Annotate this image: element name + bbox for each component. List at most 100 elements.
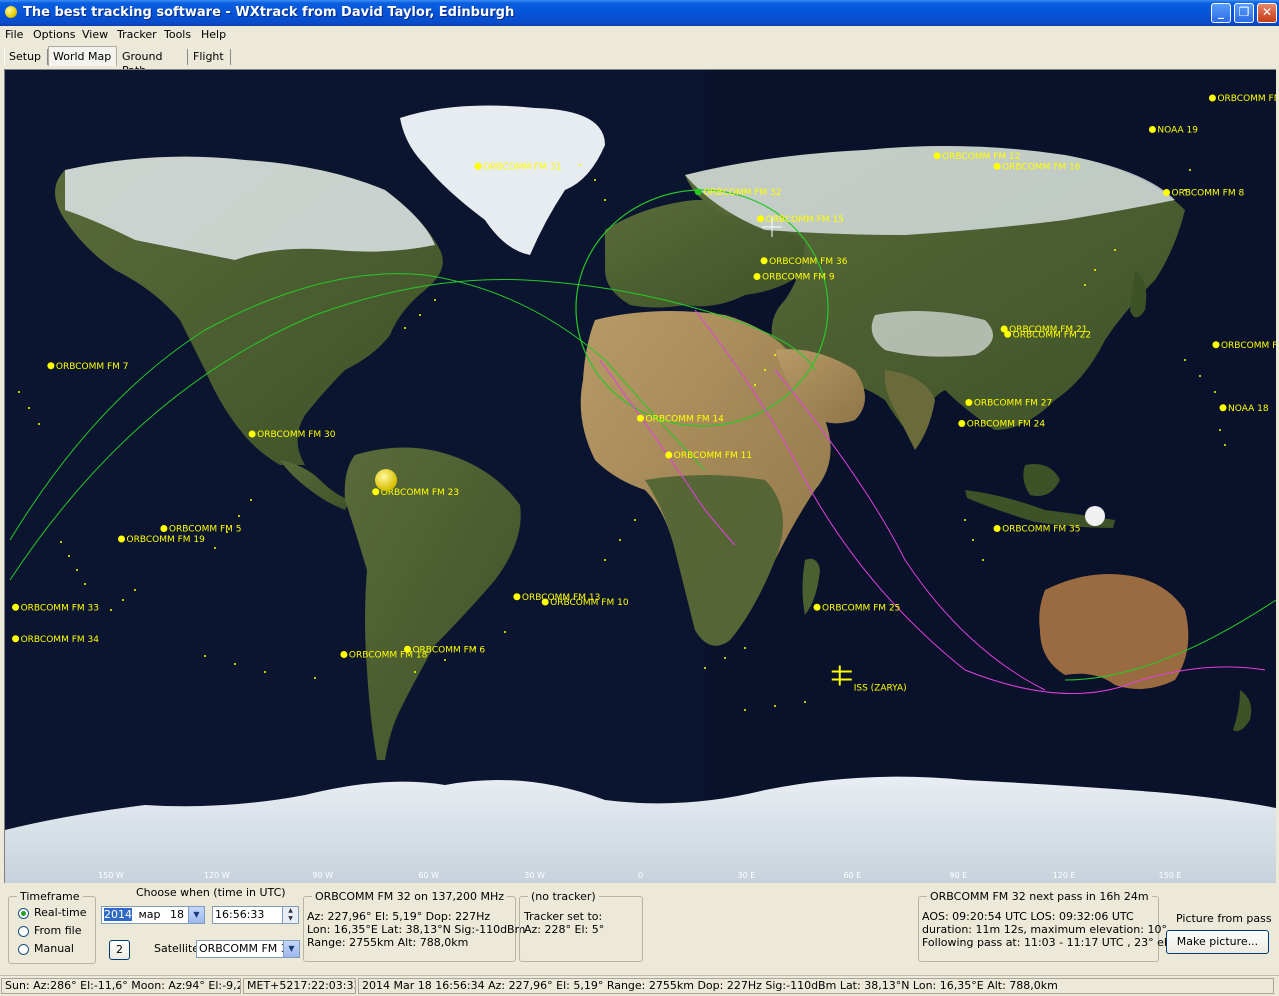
satellite-label: NOAA 18 bbox=[1228, 404, 1269, 414]
satellite-dot[interactable] bbox=[1212, 341, 1220, 349]
satellite-marker[interactable]: ORBCOMM FM 11 bbox=[665, 451, 752, 461]
radio-realtime[interactable] bbox=[18, 908, 29, 919]
satellite-dot[interactable] bbox=[47, 362, 55, 370]
satellite-dot[interactable] bbox=[757, 215, 765, 223]
world-map[interactable]: NOAA 15ORBCOMM FM 4NOAA 19ORBCOMM FM 12O… bbox=[4, 69, 1276, 883]
satellite-marker[interactable]: ORBCOMM FM 9 bbox=[753, 273, 835, 283]
satellite-dot[interactable] bbox=[753, 273, 761, 280]
world-map-canvas[interactable]: NOAA 15ORBCOMM FM 4NOAA 19ORBCOMM FM 12O… bbox=[5, 70, 1276, 883]
satellite-dot[interactable] bbox=[958, 420, 966, 427]
satellite-label: ORBCOMM FM 27 bbox=[974, 399, 1052, 409]
tracker-line-2: Az: 228° El: 5° bbox=[524, 923, 605, 936]
step-button[interactable]: 2 bbox=[109, 940, 130, 960]
satellite-dot[interactable] bbox=[760, 257, 768, 265]
satellite-marker[interactable]: ORBCOMM FM 34 bbox=[12, 635, 99, 645]
satellite-dot[interactable] bbox=[1208, 94, 1216, 102]
menu-tracker[interactable]: Tracker bbox=[117, 28, 157, 41]
tab-world-map[interactable]: World Map bbox=[48, 46, 117, 66]
satellite-marker[interactable]: ORBCOMM FM 30 bbox=[248, 430, 336, 440]
satellite-marker[interactable]: ORBCOMM FM 18 bbox=[340, 651, 428, 661]
next-pass-line-2: duration: 11m 12s, maximum elevation: 10… bbox=[922, 923, 1167, 936]
longitude-tick-label: 150 E bbox=[1159, 871, 1182, 880]
satellite-dot[interactable] bbox=[637, 414, 644, 422]
satellite-dot[interactable] bbox=[12, 635, 20, 643]
satellite-dot[interactable] bbox=[118, 535, 126, 543]
satellite-marker[interactable]: ORBCOMM FM 25 bbox=[813, 603, 901, 613]
satellite-dot[interactable] bbox=[1219, 404, 1227, 412]
radio-manual[interactable] bbox=[18, 944, 29, 955]
satellite-marker[interactable]: ORBCOMM FM 22 bbox=[1004, 330, 1091, 340]
satellite-marker[interactable]: ORBCOMM FM 10 bbox=[541, 598, 629, 608]
tab-ground-path[interactable]: Ground Path bbox=[118, 49, 188, 77]
app-icon[interactable] bbox=[5, 6, 17, 18]
maximize-button[interactable]: ❐ bbox=[1234, 3, 1254, 23]
satellite-info-title: ORBCOMM FM 32 on 137,200 MHz bbox=[312, 890, 507, 903]
date-month: мар bbox=[138, 908, 161, 921]
date-dropdown-icon[interactable]: ▼ bbox=[188, 907, 204, 923]
satellite-dot[interactable] bbox=[513, 593, 521, 601]
satellite-marker[interactable]: ORBCOMM FM 33 bbox=[12, 603, 99, 613]
satellite-marker[interactable]: ORBCOMM FM 7 bbox=[47, 362, 129, 372]
satellite-dot[interactable] bbox=[694, 188, 702, 196]
satellite-dot[interactable] bbox=[160, 525, 168, 532]
radio-realtime-label[interactable]: Real-time bbox=[34, 906, 87, 919]
satellite-marker[interactable]: ORBCOMM FM 16 bbox=[993, 162, 1081, 172]
satellite-label: ORBCOMM FM 30 bbox=[257, 430, 336, 440]
satellite-dot[interactable] bbox=[933, 152, 941, 160]
satellite-dot[interactable] bbox=[340, 651, 348, 658]
satellite-marker[interactable]: ORBCOMM FM 8 bbox=[1163, 189, 1244, 199]
minimize-button[interactable]: _ bbox=[1211, 3, 1231, 23]
satellite-marker[interactable]: ORBCOMM FM 35 bbox=[993, 525, 1081, 535]
satellite-label: ORBCOMM FM 31 bbox=[483, 162, 561, 172]
satellite-dot[interactable] bbox=[1004, 330, 1012, 338]
menu-options[interactable]: Options bbox=[33, 28, 75, 41]
satellite-label: ORBCOMM FM 16 bbox=[1002, 162, 1081, 172]
radio-from-file-label[interactable]: From file bbox=[34, 924, 82, 937]
satellite-dot[interactable] bbox=[965, 399, 973, 406]
date-picker[interactable]: 2014 мар 18 ▼ bbox=[101, 906, 205, 924]
satellite-dot[interactable] bbox=[541, 598, 549, 606]
menu-tools[interactable]: Tools bbox=[164, 28, 191, 41]
menu-help[interactable]: Help bbox=[201, 28, 226, 41]
satellite-dot[interactable] bbox=[248, 430, 256, 438]
satellite-dot[interactable] bbox=[474, 162, 482, 170]
satellite-marker[interactable]: ORBCOMM FM 4 bbox=[1208, 94, 1276, 104]
satellite-marker[interactable]: ORBCOMM FM 12 bbox=[933, 152, 1021, 162]
satellite-marker[interactable]: ORBCOMM FM 14 bbox=[637, 414, 724, 424]
time-spinner-icon[interactable]: ▲ ▼ bbox=[282, 907, 298, 923]
status-met: MET+5217:22:03:33 bbox=[243, 978, 356, 994]
satellite-select[interactable]: ORBCOMM FM 32 ▼ bbox=[196, 940, 300, 958]
satellite-marker[interactable]: ORBCOMM FM 36 bbox=[760, 257, 848, 267]
radio-manual-label[interactable]: Manual bbox=[34, 942, 74, 955]
satellite-label: ORBCOMM FM 5 bbox=[169, 525, 242, 535]
close-button[interactable]: ✕ bbox=[1257, 3, 1277, 23]
satellite-dropdown-icon[interactable]: ▼ bbox=[283, 941, 299, 957]
menu-view[interactable]: View bbox=[82, 28, 108, 41]
menu-file[interactable]: File bbox=[5, 28, 23, 41]
satellite-dot[interactable] bbox=[1163, 189, 1171, 196]
satellite-dot[interactable] bbox=[12, 603, 20, 611]
sat-info-line-1: Az: 227,96° El: 5,19° Dop: 227Hz bbox=[307, 910, 491, 923]
satellite-marker[interactable]: ORBCOMM FM 31 bbox=[474, 162, 562, 172]
satellite-dot[interactable] bbox=[1148, 126, 1156, 133]
make-picture-button[interactable]: Make picture... bbox=[1166, 930, 1269, 954]
satellite-marker[interactable]: ORBCOMM FM 27 bbox=[965, 399, 1052, 409]
satellite-marker[interactable]: ORBCOMM FM 24 bbox=[958, 420, 1045, 430]
satellite-marker[interactable]: ORBCOMM FM 20 bbox=[1212, 341, 1276, 351]
satellite-dot[interactable] bbox=[813, 603, 821, 611]
satellite-marker[interactable]: ORBCOMM FM 19 bbox=[118, 535, 205, 545]
radio-from-file[interactable] bbox=[18, 926, 29, 937]
tracker-group: (no tracker) Tracker set to: Az: 228° El… bbox=[519, 890, 643, 962]
satellite-dot[interactable] bbox=[372, 488, 380, 496]
satellite-dot[interactable] bbox=[993, 162, 1001, 170]
satellite-dot[interactable] bbox=[993, 525, 1001, 532]
tracker-line-1: Tracker set to: bbox=[524, 910, 603, 923]
tab-flight[interactable]: Flight bbox=[189, 49, 231, 65]
tab-setup[interactable]: Setup bbox=[4, 49, 48, 65]
satellite-label: ORBCOMM FM 35 bbox=[1002, 525, 1080, 535]
satellite-marker[interactable]: ORBCOMM FM 32 bbox=[694, 188, 782, 198]
satellite-dot[interactable] bbox=[665, 451, 673, 459]
satellite-marker[interactable]: ORBCOMM FM 15 bbox=[757, 215, 844, 225]
time-input[interactable]: 16:56:33 ▲ ▼ bbox=[212, 906, 299, 924]
satellite-marker[interactable]: ORBCOMM FM 5 bbox=[160, 525, 242, 535]
